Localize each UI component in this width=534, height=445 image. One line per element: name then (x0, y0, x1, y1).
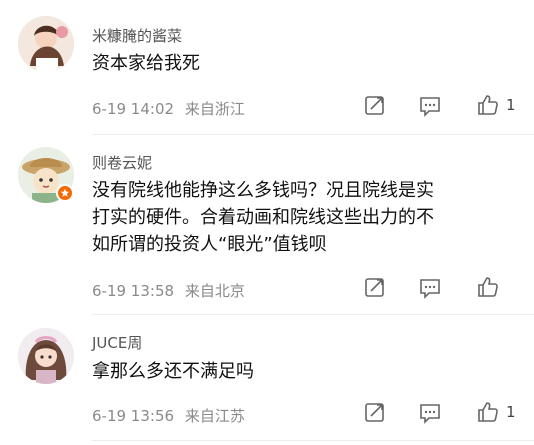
comment-icon (420, 279, 440, 299)
comment-line: 没有院线他能挣这么多钱吗？况且院线是实 (92, 180, 434, 201)
share-icon (365, 403, 384, 422)
comment-meta: 6-19 13:56 来自江苏 (92, 405, 245, 426)
comment-location: 来自浙江 (184, 100, 245, 118)
thumbs-up-icon (478, 277, 498, 297)
comment-location: 来自北京 (184, 282, 245, 300)
share-icon (365, 96, 384, 115)
verified-badge (56, 184, 74, 202)
username[interactable]: 则卷云妮 (92, 152, 152, 173)
share-icon (365, 278, 384, 297)
comment-icon (420, 404, 440, 424)
comment-button[interactable] (418, 277, 442, 299)
comment-line: 资本家给我死 (92, 53, 200, 74)
comment-text: 拿那么多还不满足吗 (92, 358, 522, 385)
divider (92, 134, 534, 135)
avatar[interactable] (18, 328, 74, 384)
like-button[interactable]: 1 (476, 93, 516, 117)
divider (92, 314, 534, 315)
like-button[interactable]: 1 (476, 400, 516, 424)
comment-text: 资本家给我死 (92, 50, 522, 77)
thumbs-up-icon (478, 95, 498, 115)
comment-time: 6-19 13:58 (92, 282, 175, 300)
comment-line: 打实的硬件。合着动画和院线这些出力的不 (92, 207, 434, 228)
username[interactable]: 米糠腌的酱菜 (92, 25, 182, 46)
share-button[interactable] (364, 94, 386, 116)
comment-text: 没有院线他能挣这么多钱吗？况且院线是实 打实的硬件。合着动画和院线这些出力的不 … (92, 177, 522, 258)
comment-line: 如所谓的投资人“眼光”值钱呗 (92, 234, 327, 255)
comment-time: 6-19 13:56 (92, 407, 175, 425)
comment-time: 6-19 14:02 (92, 100, 175, 118)
thumbs-up-icon (478, 402, 498, 422)
comment-button[interactable] (418, 95, 442, 117)
like-count: 1 (506, 403, 516, 421)
like-count: 1 (506, 96, 516, 114)
share-button[interactable] (364, 401, 386, 423)
username[interactable]: JUCE周 (92, 332, 142, 353)
comment-meta: 6-19 14:02 来自浙江 (92, 98, 245, 119)
divider (92, 440, 534, 441)
like-button[interactable] (476, 275, 506, 299)
share-button[interactable] (364, 276, 386, 298)
comment-button[interactable] (418, 402, 442, 424)
comment-location: 来自江苏 (184, 407, 245, 425)
comment-meta: 6-19 13:58 来自北京 (92, 280, 245, 301)
comment-line: 拿那么多还不满足吗 (92, 361, 254, 382)
star-icon (60, 188, 70, 197)
comment-icon (420, 97, 440, 117)
avatar[interactable] (18, 16, 74, 72)
